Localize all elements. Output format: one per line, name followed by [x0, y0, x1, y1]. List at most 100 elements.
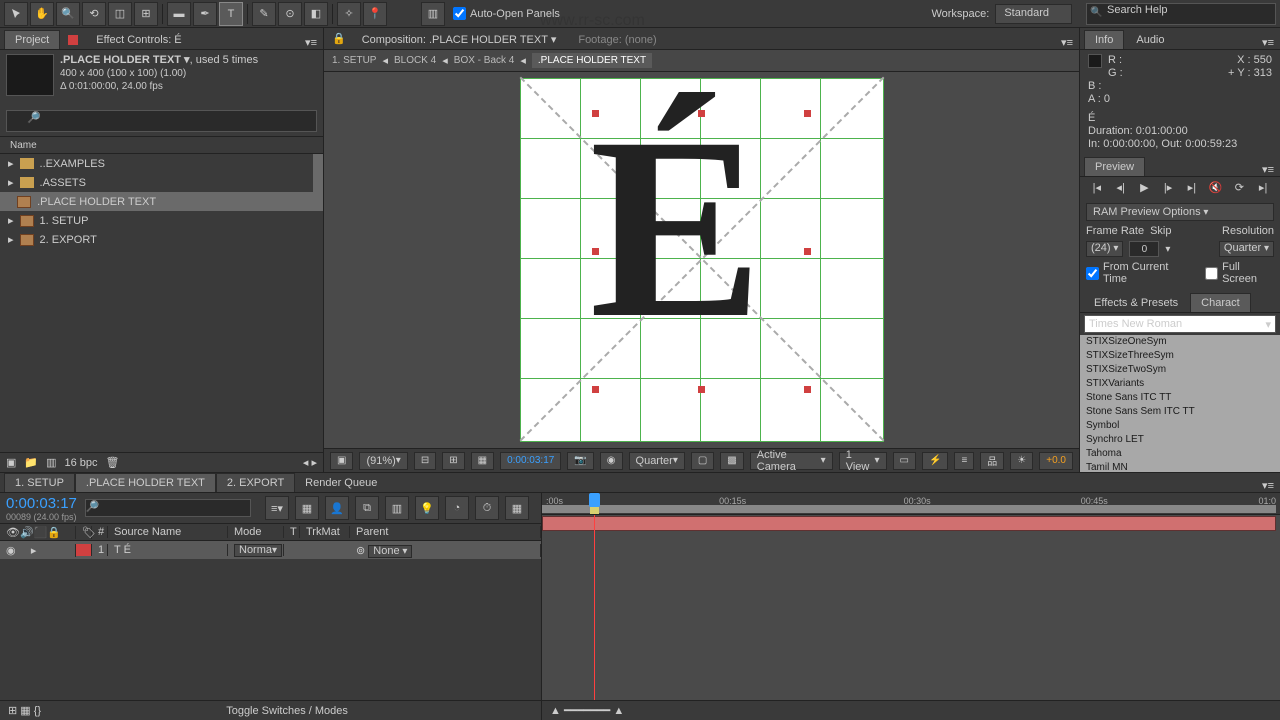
cti-head[interactable]	[589, 493, 600, 507]
brush-tool[interactable]: ✎	[252, 2, 276, 26]
hide-shy-icon[interactable]: 👤	[325, 496, 349, 520]
font-list-item[interactable]: STIXSizeOneSym	[1080, 335, 1280, 349]
res-half-icon[interactable]: ⊟	[414, 452, 436, 470]
scrollbar[interactable]	[313, 154, 323, 192]
prev-frame-icon[interactable]: ◂|	[1112, 181, 1130, 197]
panel-menu-icon[interactable]: ▾≡	[299, 36, 323, 49]
panel-menu-icon[interactable]: ▾≡	[1256, 163, 1280, 176]
pan-behind-tool[interactable]: ⊞	[134, 2, 158, 26]
safe-zones-icon[interactable]: ⊞	[442, 452, 464, 470]
full-screen-checkbox[interactable]	[1205, 267, 1218, 280]
font-list-item[interactable]: STIXSizeThreeSym	[1080, 349, 1280, 363]
skip-input[interactable]	[1129, 241, 1159, 257]
comp-mini-icon[interactable]: ≡▾	[265, 496, 289, 520]
font-list-item[interactable]: Tamil MN	[1080, 461, 1280, 472]
layer-bar[interactable]	[542, 516, 1276, 531]
framerate-dropdown[interactable]: (24) ▾	[1086, 241, 1123, 257]
graph-editor-icon[interactable]: ⏱	[475, 496, 499, 520]
timeline-timecode[interactable]: 0:00:03:17	[6, 495, 77, 512]
font-list-item[interactable]: Tahoma	[1080, 447, 1280, 461]
new-comp-icon[interactable]: ▥	[46, 456, 56, 469]
audio-tab[interactable]: Audio	[1126, 31, 1174, 49]
camera-dropdown[interactable]: Active Camera ▾	[750, 452, 833, 470]
always-preview-icon[interactable]: ▣	[330, 452, 353, 470]
channel-icon[interactable]: ◉	[600, 452, 623, 470]
marker-icon[interactable]	[590, 507, 599, 514]
font-list-item[interactable]: Synchro LET	[1080, 433, 1280, 447]
selection-tool[interactable]	[4, 2, 28, 26]
hand-tool[interactable]: ✋	[30, 2, 54, 26]
fast-preview-icon[interactable]: ⚡	[922, 452, 948, 470]
zoom-dropdown[interactable]: (91%) ▾	[359, 452, 407, 470]
ram-preview-icon[interactable]: ▸|	[1254, 181, 1272, 197]
font-list[interactable]: STIXSizeOneSymSTIXSizeThreeSymSTIXSizeTw…	[1080, 335, 1280, 472]
camera-tool[interactable]: ◫	[108, 2, 132, 26]
panel-menu-icon[interactable]: ▾≡	[1256, 479, 1280, 492]
work-area-bar[interactable]	[542, 505, 1276, 513]
footage-tab[interactable]: Footage: (none)	[568, 31, 666, 49]
mute-icon[interactable]: 🔇	[1207, 181, 1225, 197]
project-item[interactable]: ▸1. SETUP	[0, 211, 323, 230]
project-item[interactable]: .PLACE HOLDER TEXT	[0, 192, 323, 211]
flow-item[interactable]: BOX - Back 4	[454, 55, 515, 66]
project-item[interactable]: ▸..EXAMPLES	[0, 154, 323, 173]
font-list-item[interactable]: STIXSizeTwoSym	[1080, 363, 1280, 377]
flow-item[interactable]: .PLACE HOLDER TEXT	[532, 53, 652, 68]
bpc-button[interactable]: 16 bpc	[65, 457, 98, 469]
current-time-indicator[interactable]	[594, 515, 595, 700]
panel-icon[interactable]: ▥	[421, 2, 445, 26]
clone-tool[interactable]: ⊙	[278, 2, 302, 26]
zoom-slider[interactable]: ▲ ━━━━━━━ ▲	[550, 704, 624, 717]
font-family-dropdown[interactable]: Times New Roman▾	[1084, 315, 1276, 333]
timeline-search-input[interactable]: 🔎	[85, 499, 251, 517]
mode-dropdown[interactable]: Norma▾	[234, 544, 282, 557]
frame-blend-icon[interactable]: ⧉	[355, 496, 379, 520]
exposure-value[interactable]: +0.0	[1039, 452, 1073, 470]
from-current-checkbox[interactable]	[1086, 267, 1099, 280]
ram-options-dropdown[interactable]: RAM Preview Options ▾	[1086, 203, 1274, 221]
workspace-dropdown[interactable]: Standard	[995, 4, 1072, 24]
auto-open-checkbox[interactable]: Auto-Open Panels	[447, 5, 566, 22]
font-list-item[interactable]: STIXVariants	[1080, 377, 1280, 391]
flowchart-icon[interactable]: 品	[980, 452, 1004, 470]
effect-controls-tab[interactable]: Effect Controls: É	[86, 31, 191, 49]
timeline-tab[interactable]: .PLACE HOLDER TEXT	[75, 473, 216, 492]
draft3d-icon[interactable]: ▦	[295, 496, 319, 520]
render-queue-tab[interactable]: Render Queue	[295, 474, 387, 492]
pen-tool[interactable]: ✒	[193, 2, 217, 26]
project-item[interactable]: ▸.ASSETS	[0, 173, 323, 192]
project-item-list[interactable]: ▸..EXAMPLES ▸.ASSETS .PLACE HOLDER TEXT …	[0, 154, 323, 452]
search-help-input[interactable]: Search Help	[1086, 3, 1276, 25]
project-tab[interactable]: Project	[4, 30, 60, 49]
viewer-timecode[interactable]: 0:00:03:17	[500, 452, 561, 470]
next-frame-icon[interactable]: |▸	[1159, 181, 1177, 197]
timeline-tab[interactable]: 1. SETUP	[4, 473, 75, 492]
lock-icon[interactable]: 🔒	[328, 32, 350, 49]
first-frame-icon[interactable]: |◂	[1088, 181, 1106, 197]
auto-keyframe-icon[interactable]: ◔	[445, 496, 469, 520]
interpret-icon[interactable]: ▣	[6, 456, 16, 469]
type-tool[interactable]: T	[219, 2, 243, 26]
brainstorm-icon[interactable]: 💡	[415, 496, 439, 520]
project-search-input[interactable]: 🔎	[6, 110, 317, 132]
trash-icon[interactable]: 🗑	[106, 456, 120, 469]
flow-item[interactable]: 1. SETUP	[332, 55, 376, 66]
panel-menu-icon[interactable]: ▾≡	[1256, 36, 1280, 49]
font-list-item[interactable]: Stone Sans Sem ITC TT	[1080, 405, 1280, 419]
mask-toggle-icon[interactable]: ▦	[471, 452, 494, 470]
quality-dropdown[interactable]: Quarter ▾	[629, 452, 685, 470]
snapshot-icon[interactable]: 📷	[567, 452, 593, 470]
loop-icon[interactable]: ⟳	[1231, 181, 1249, 197]
timeline-icon[interactable]: ≡	[954, 452, 974, 470]
panel-menu-icon[interactable]: ▾≡	[1055, 36, 1079, 49]
rect-tool[interactable]: ▬	[167, 2, 191, 26]
flow-item[interactable]: BLOCK 4	[394, 55, 436, 66]
preview-tab[interactable]: Preview	[1084, 157, 1145, 176]
toggle-switches-label[interactable]: Toggle Switches / Modes	[226, 705, 348, 717]
font-list-item[interactable]: Symbol	[1080, 419, 1280, 433]
new-folder-icon[interactable]: 📁	[24, 456, 38, 469]
character-tab[interactable]: Charact	[1190, 293, 1251, 312]
project-column-name[interactable]: Name	[0, 136, 323, 154]
roto-tool[interactable]: ✧	[337, 2, 361, 26]
motion-blur-icon[interactable]: ▥	[385, 496, 409, 520]
